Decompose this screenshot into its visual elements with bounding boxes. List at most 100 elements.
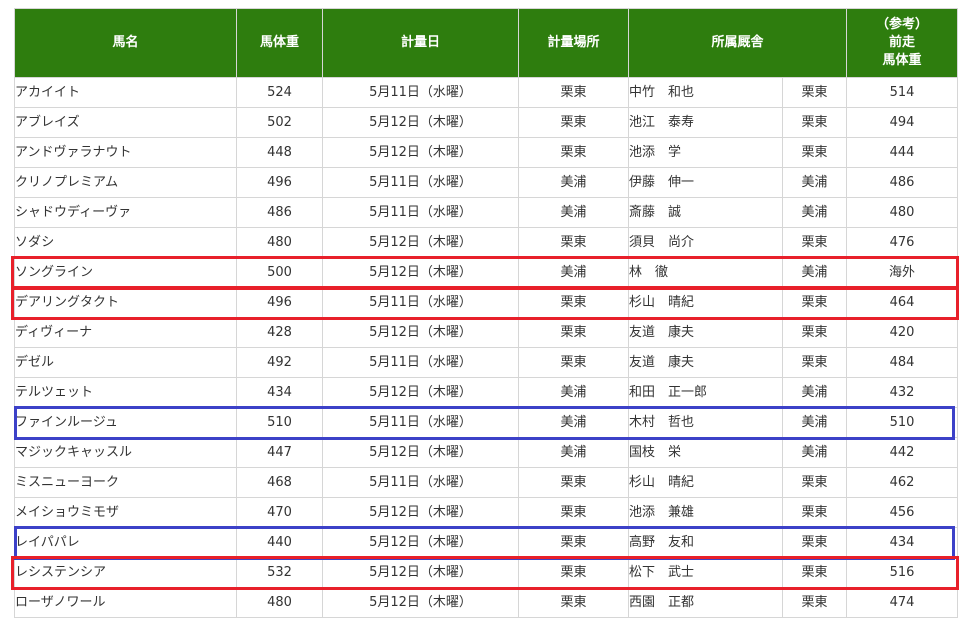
header-previous-weight: （参考） 前走 馬体重 (846, 8, 959, 78)
table-row: ローザノワール 480 5月12日（木曜） 栗東 西園 正都 栗東 474 (14, 587, 959, 618)
header-weigh-place: 計量場所 (518, 8, 629, 78)
weigh-place-cell: 美浦 (518, 407, 629, 438)
weigh-date-cell: 5月12日（木曜） (322, 257, 519, 288)
stable-affiliation-cell: 栗東 (781, 227, 848, 258)
horse-name-cell: ファインルージュ (14, 407, 237, 438)
table-row: アカイイト 524 5月11日（水曜） 栗東 中竹 和也 栗東 514 (14, 77, 959, 108)
previous-weight-cell: 420 (846, 317, 959, 348)
body-weight-cell: 500 (236, 257, 323, 288)
weigh-place-cell: 美浦 (518, 197, 629, 228)
header-row: 馬名 馬体重 計量日 計量場所 所属厩舎 （参考） 前走 馬体重 (14, 8, 959, 78)
weigh-place-cell: 栗東 (518, 497, 629, 528)
trainer-cell: 池添 学 (628, 137, 783, 168)
previous-weight-cell: 456 (846, 497, 959, 528)
previous-weight-cell: 442 (846, 437, 959, 468)
weigh-date-cell: 5月12日（木曜） (322, 227, 519, 258)
stable-affiliation-cell: 栗東 (781, 317, 848, 348)
weigh-date-cell: 5月12日（木曜） (322, 527, 519, 558)
table-row: ソングライン 500 5月12日（木曜） 美浦林 徹美浦 海外 (14, 257, 959, 288)
table-row: クリノプレミアム 496 5月11日（水曜） 美浦 伊藤 伸一 美浦 486 (14, 167, 959, 198)
header-horse-name: 馬名 (14, 8, 237, 78)
horse-weight-table: 馬名 馬体重 計量日 計量場所 所属厩舎 （参考） 前走 馬体重 アカイイト 52… (14, 8, 959, 618)
previous-weight-cell: 444 (846, 137, 959, 168)
weigh-date-cell: 5月11日（水曜） (322, 197, 519, 228)
horse-name-cell: ローザノワール (14, 587, 237, 618)
stable-affiliation-cell: 美浦 (781, 197, 848, 228)
weigh-date-cell: 5月12日（木曜） (322, 587, 519, 618)
header-stable: 所属厩舎 (627, 8, 848, 78)
weigh-place-cell: 栗東 (518, 317, 629, 348)
weigh-place-cell: 美浦 (518, 377, 629, 408)
body-weight-cell: 447 (236, 437, 323, 468)
weigh-date-cell: 5月12日（木曜） (322, 107, 519, 138)
weigh-place-cell: 栗東 (518, 227, 629, 258)
body-weight-cell: 496 (236, 167, 323, 198)
previous-weight-cell: 462 (846, 467, 959, 498)
body-weight-cell: 510 (236, 407, 323, 438)
stable-affiliation-cell: 美浦 (781, 167, 848, 198)
weigh-date-cell: 5月11日（水曜） (322, 167, 519, 198)
trainer-cell: 高野 友和 (628, 527, 783, 558)
body-weight-cell: 470 (236, 497, 323, 528)
horse-name-cell: テルツェット (14, 377, 237, 408)
weigh-date-cell: 5月11日（水曜） (322, 287, 519, 318)
weigh-place-cell: 美浦 (518, 437, 629, 468)
trainer-cell: 杉山 晴紀 (628, 467, 783, 498)
weigh-place-cell: 栗東 (518, 467, 629, 498)
horse-name-cell: ソダシ (14, 227, 237, 258)
header-body-weight: 馬体重 (236, 8, 323, 78)
weigh-place-cell: 美浦 (518, 167, 629, 198)
horse-name-cell: レイパパレ (14, 527, 237, 558)
weigh-place-cell: 栗東 (518, 347, 629, 378)
previous-weight-cell: 464 (846, 287, 959, 318)
trainer-cell: 和田 正一郎 (628, 377, 783, 408)
body-weight-cell: 434 (236, 377, 323, 408)
previous-weight-cell: 476 (846, 227, 959, 258)
trainer-cell: 伊藤 伸一 (628, 167, 783, 198)
table-row: メイショウミモザ 470 5月12日（木曜） 栗東 池添 兼雄 栗東 456 (14, 497, 959, 528)
table-row: マジックキャッスル 447 5月12日（木曜） 美浦 国枝 栄美浦 442 (14, 437, 959, 468)
trainer-cell: 国枝 栄 (628, 437, 783, 468)
body-weight-cell: 524 (236, 77, 323, 108)
weigh-place-cell: 美浦 (518, 257, 629, 288)
horse-name-cell: アカイイト (14, 77, 237, 108)
horse-name-cell: アブレイズ (14, 107, 237, 138)
previous-weight-cell: 432 (846, 377, 959, 408)
body-weight-cell: 496 (236, 287, 323, 318)
body-weight-cell: 480 (236, 587, 323, 618)
table-row: ミスニューヨーク 468 5月11日（水曜） 栗東 杉山 晴紀 栗東 462 (14, 467, 959, 498)
horse-name-cell: デアリングタクト (14, 287, 237, 318)
weigh-place-cell: 栗東 (518, 587, 629, 618)
stable-affiliation-cell: 美浦 (781, 407, 848, 438)
weigh-place-cell: 栗東 (518, 557, 629, 588)
trainer-cell: 松下 武士 (628, 557, 783, 588)
horse-name-cell: ディヴィーナ (14, 317, 237, 348)
horse-name-cell: メイショウミモザ (14, 497, 237, 528)
weigh-place-cell: 栗東 (518, 287, 629, 318)
previous-weight-cell: 486 (846, 167, 959, 198)
weigh-date-cell: 5月11日（水曜） (322, 467, 519, 498)
stable-affiliation-cell: 美浦 (781, 377, 848, 408)
body-weight-cell: 480 (236, 227, 323, 258)
weigh-date-cell: 5月11日（水曜） (322, 347, 519, 378)
stable-affiliation-cell: 栗東 (781, 467, 848, 498)
horse-name-cell: クリノプレミアム (14, 167, 237, 198)
weigh-date-cell: 5月12日（木曜） (322, 557, 519, 588)
trainer-cell: 西園 正都 (628, 587, 783, 618)
body-weight-cell: 428 (236, 317, 323, 348)
horse-name-cell: マジックキャッスル (14, 437, 237, 468)
stable-affiliation-cell: 栗東 (781, 137, 848, 168)
stable-affiliation-cell: 栗東 (781, 347, 848, 378)
stable-affiliation-cell: 栗東 (781, 287, 848, 318)
body-weight-cell: 532 (236, 557, 323, 588)
horse-name-cell: レシステンシア (14, 557, 237, 588)
horse-name-cell: ソングライン (14, 257, 237, 288)
header-prev-label: 前走 (889, 35, 916, 50)
table-row: ソダシ 480 5月12日（木曜） 栗東 須貝 尚介 栗東 476 (14, 227, 959, 258)
weigh-date-cell: 5月12日（木曜） (322, 497, 519, 528)
table-body: アカイイト 524 5月11日（水曜） 栗東 中竹 和也 栗東 514 アブレイズ 502 5月1… (14, 77, 959, 618)
previous-weight-cell: 510 (846, 407, 959, 438)
header-prev-note: （参考） (876, 17, 929, 32)
weigh-date-cell: 5月11日（水曜） (322, 407, 519, 438)
weigh-date-cell: 5月11日（水曜） (322, 77, 519, 108)
